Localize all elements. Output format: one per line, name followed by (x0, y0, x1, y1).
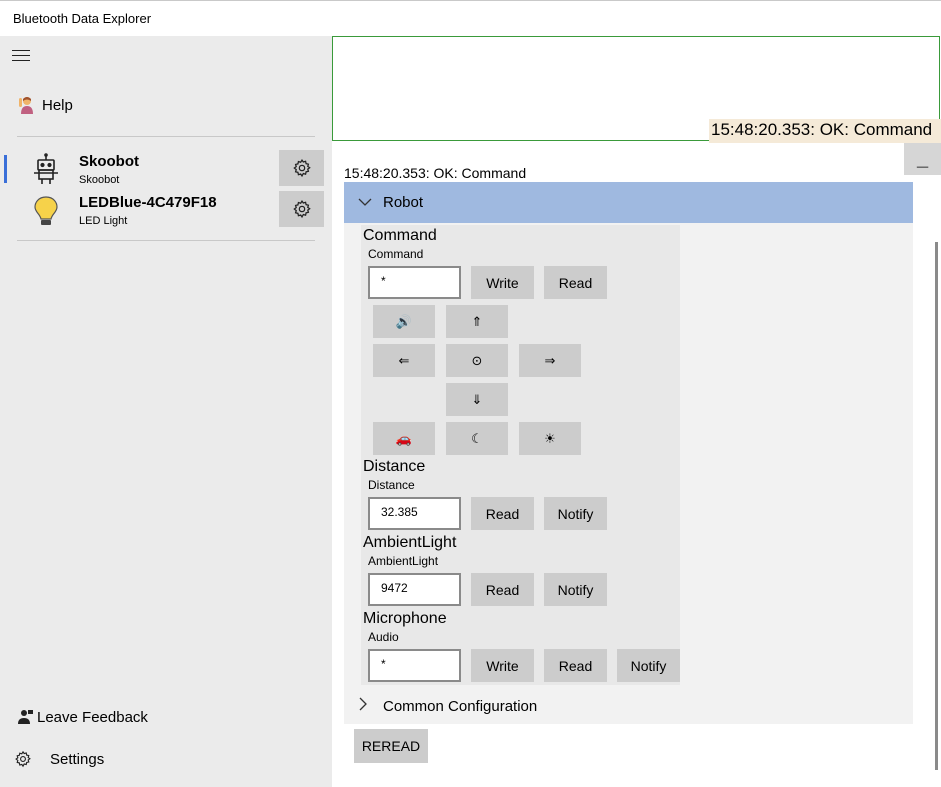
common-configuration-label: Common Configuration (383, 697, 538, 715)
stop-command-button[interactable]: ⊙ (446, 344, 508, 377)
characteristic-title: Command (363, 227, 437, 244)
title-bar: Bluetooth Data Explorer (0, 0, 941, 36)
window-title: Bluetooth Data Explorer (13, 11, 152, 26)
backward-command-button[interactable]: ⇓ (446, 383, 508, 416)
device-name: LEDBlue-4C479F18 (79, 194, 217, 211)
speaker-command-button[interactable]: 🔊 (373, 305, 435, 338)
microphone-read-button[interactable]: Read (544, 649, 607, 682)
leave-feedback-nav-item[interactable]: Leave Feedback (16, 708, 148, 726)
arrow-up-icon: ⇑ (471, 313, 483, 329)
characteristic-subtitle: Distance (368, 478, 415, 492)
arrow-right-icon: ⇒ (544, 352, 556, 368)
command-write-button[interactable]: Write (471, 266, 534, 299)
sun-icon: ☀ (544, 430, 556, 446)
microphone-value-input[interactable]: * (368, 649, 461, 682)
arrow-left-icon: ⇐ (398, 352, 410, 368)
status-text: 15:48:20.353: OK: Command (344, 165, 527, 181)
gear-icon (292, 199, 311, 219)
ambientlight-notify-button[interactable]: Notify (544, 573, 607, 606)
device-type: LED Light (79, 215, 128, 227)
gear-icon (13, 749, 33, 769)
characteristic-subtitle: AmbientLight (368, 554, 439, 568)
distance-value-field[interactable]: 32.385 (368, 497, 461, 530)
device-settings-button[interactable] (279, 191, 324, 227)
car-icon: 🚗 (395, 430, 413, 446)
person-raising-hand-icon (16, 94, 38, 116)
device-name: Skoobot (79, 153, 139, 170)
characteristic-title: AmbientLight (363, 534, 457, 551)
characteristic-title: Microphone (363, 610, 447, 627)
chevron-down-icon (358, 194, 376, 212)
vertical-scrollbar[interactable] (935, 242, 938, 770)
chevron-right-icon (358, 697, 376, 716)
right-command-button[interactable]: ⇒ (519, 344, 581, 377)
service-expander-robot[interactable]: Robot (344, 182, 913, 223)
feedback-icon (16, 708, 34, 726)
rover-icon: ☾ (471, 430, 483, 446)
selection-indicator (4, 155, 7, 183)
stop-icon: ⊙ (471, 352, 483, 368)
command-value-input[interactable]: * (368, 266, 461, 299)
microphone-notify-button[interactable]: Notify (617, 649, 680, 682)
sidebar: Help Skoobot Skoobot LEDBlue-4C479F18 LE… (0, 36, 332, 787)
device-settings-button[interactable] (279, 150, 324, 186)
minimize-log-button[interactable]: _ (904, 143, 941, 175)
ambientlight-value-field[interactable]: 9472 (368, 573, 461, 606)
lightbulb-icon (30, 194, 62, 228)
reread-button[interactable]: REREAD (354, 729, 428, 763)
forward-command-button[interactable]: ⇑ (446, 305, 508, 338)
characteristic-subtitle: Audio (368, 630, 399, 644)
device-type: Skoobot (79, 174, 120, 186)
microphone-write-button[interactable]: Write (471, 649, 534, 682)
distance-notify-button[interactable]: Notify (544, 497, 607, 530)
robot-icon (30, 153, 62, 187)
command-read-button[interactable]: Read (544, 266, 607, 299)
sidebar-divider (17, 136, 315, 137)
help-nav-item[interactable]: Help (16, 94, 73, 116)
speaker-icon: 🔊 (395, 313, 413, 329)
distance-read-button[interactable]: Read (471, 497, 534, 530)
hamburger-menu-icon[interactable] (12, 50, 32, 64)
gear-icon (292, 158, 311, 178)
leave-feedback-label: Leave Feedback (37, 708, 148, 726)
ambientlight-read-button[interactable]: Read (471, 573, 534, 606)
common-configuration-expander[interactable]: Common Configuration (344, 688, 913, 724)
left-command-button[interactable]: ⇐ (373, 344, 435, 377)
help-label: Help (42, 96, 73, 114)
settings-nav-item[interactable]: Settings (13, 749, 104, 769)
sidebar-divider (17, 240, 315, 241)
characteristic-title: Distance (363, 458, 426, 475)
car-command-button[interactable]: 🚗 (373, 422, 435, 455)
settings-label: Settings (50, 750, 105, 768)
log-last-line: 15:48:20.353: OK: Command (709, 119, 941, 143)
service-name: Robot (383, 194, 424, 211)
arrow-down-icon: ⇓ (471, 391, 483, 407)
rover-command-button[interactable]: ☾ (446, 422, 508, 455)
characteristic-subtitle: Command (368, 247, 424, 261)
light-command-button[interactable]: ☀ (519, 422, 581, 455)
